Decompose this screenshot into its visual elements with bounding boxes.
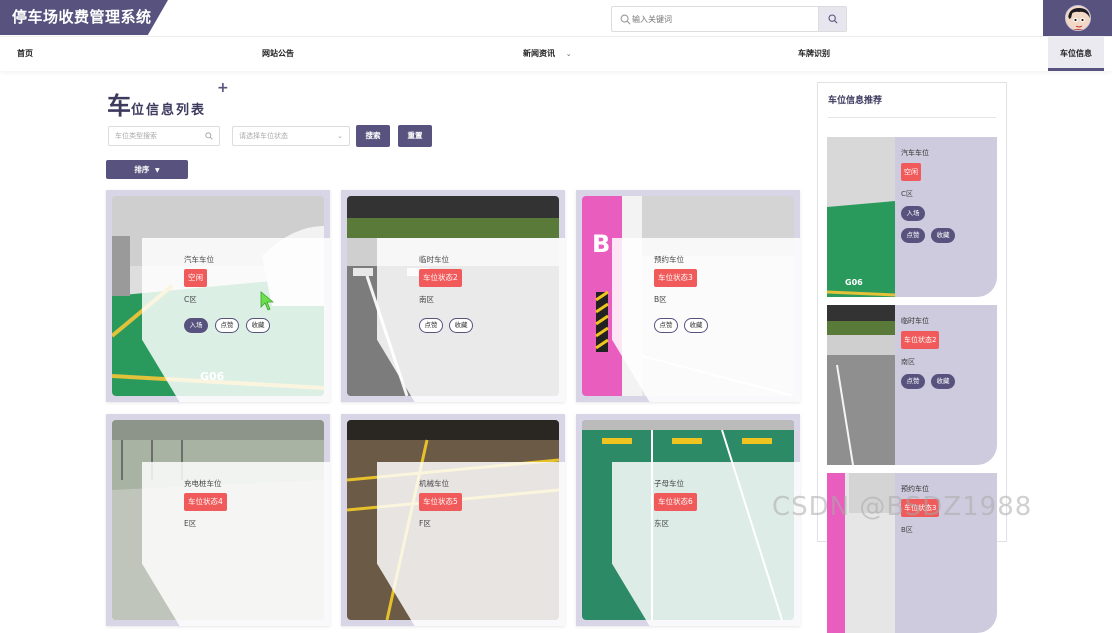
like-button[interactable]: 点赞 [901, 374, 925, 389]
recommend-card[interactable]: 临时车位 车位状态2 南区 点赞 收藏 [827, 305, 997, 465]
card-zone: B区 [654, 295, 667, 304]
parking-card[interactable]: 机械车位 车位状态5 F区 [341, 414, 565, 626]
card-overlay [612, 462, 800, 626]
card-name: 临时车位 [419, 255, 449, 264]
recommend-sidebar: 车位信息推荐 G06 汽车车位 空闲 C区 入场 点赞 收藏 临时车位 车位状态… [817, 82, 1007, 633]
enter-button[interactable]: 入场 [901, 206, 925, 221]
caret-down-icon: ▼ [155, 167, 160, 174]
nav-announcements[interactable]: 网站公告 [262, 37, 294, 71]
sort-label: 排序 [134, 165, 150, 174]
reset-button[interactable]: 重置 [398, 125, 432, 147]
sidebar-title: 车位信息推荐 [828, 96, 883, 106]
type-search-placeholder: 车位类型搜索 [115, 132, 157, 140]
watermark: CSDN @BSDZ1988 [772, 492, 1033, 522]
favorite-button[interactable]: 收藏 [246, 318, 270, 333]
header: 停车场收费管理系统 [0, 0, 1112, 36]
search-icon [205, 132, 213, 140]
status-badge: 车位状态6 [654, 493, 697, 511]
recommend-zone: 南区 [901, 358, 915, 366]
photo-label: B [592, 230, 610, 258]
status-badge: 车位状态2 [901, 331, 940, 349]
favorite-button[interactable]: 收藏 [931, 374, 955, 389]
card-name: 机械车位 [419, 479, 449, 488]
parking-card[interactable]: 临时车位 车位状态2 南区 点赞 收藏 [341, 190, 565, 402]
card-zone: C区 [184, 295, 197, 304]
avatar-image [1066, 6, 1090, 30]
nav-home[interactable]: 首页 [17, 37, 33, 71]
favorite-button[interactable]: 收藏 [449, 318, 473, 333]
status-badge: 车位状态5 [419, 493, 462, 511]
status-select-placeholder: 请选择车位状态 [239, 132, 288, 140]
nav-plate-recognition[interactable]: 车牌识别 [798, 37, 830, 71]
chevron-down-icon: ⌄ [337, 132, 343, 140]
page-title-plus: + [217, 80, 229, 96]
parking-card[interactable]: 子母车位 车位状态6 东区 [576, 414, 800, 626]
parking-photo [827, 305, 895, 465]
card-name: 预约车位 [654, 255, 684, 264]
user-menu[interactable] [1043, 0, 1112, 36]
page-title-big: 车 [107, 92, 131, 120]
parking-photo: G06 [827, 137, 895, 297]
card-overlay [377, 462, 565, 626]
photo-label: G06 [845, 278, 863, 287]
recommend-name: 临时车位 [901, 317, 929, 325]
status-badge: 空闲 [901, 163, 921, 181]
type-search-input[interactable]: 车位类型搜索 [108, 126, 220, 146]
app-title: 停车场收费管理系统 [0, 0, 168, 35]
parking-card[interactable]: B 预约车位 车位状态3 B区 点赞 收藏 [576, 190, 800, 402]
search-submit-button[interactable]: 搜索 [356, 125, 390, 147]
enter-button[interactable]: 入场 [184, 318, 208, 333]
search-input[interactable] [632, 10, 812, 28]
search-icon [828, 14, 838, 24]
chevron-down-icon: ⌄ [565, 50, 572, 58]
card-zone: F区 [419, 519, 431, 528]
nav-parking-info[interactable]: 车位信息 [1048, 37, 1104, 71]
status-select[interactable]: 请选择车位状态 ⌄ [232, 126, 350, 146]
recommend-card[interactable]: G06 汽车车位 空闲 C区 入场 点赞 收藏 [827, 137, 997, 297]
main-nav: 首页 网站公告 新闻资讯 ⌄ 车牌识别 车位信息 [0, 36, 1112, 71]
card-zone: E区 [184, 519, 197, 528]
nav-news[interactable]: 新闻资讯 ⌄ [523, 37, 572, 71]
recommend-zone: B区 [901, 526, 913, 534]
recommend-zone: C区 [901, 190, 913, 198]
avatar[interactable] [1065, 5, 1091, 31]
card-zone: 东区 [654, 519, 669, 528]
card-name: 子母车位 [654, 479, 684, 488]
card-overlay [142, 462, 330, 626]
recommend-name: 汽车车位 [901, 149, 929, 157]
favorite-button[interactable]: 收藏 [684, 318, 708, 333]
page-title-rest: 位信息列表 [131, 103, 207, 118]
card-name: 充电桩车位 [184, 479, 222, 488]
like-button[interactable]: 点赞 [654, 318, 678, 333]
card-zone: 南区 [419, 295, 434, 304]
status-badge: 车位状态2 [419, 269, 462, 287]
search-box [611, 6, 847, 32]
search-button[interactable] [818, 7, 846, 31]
status-badge: 车位状态3 [654, 269, 697, 287]
status-badge: 车位状态4 [184, 493, 227, 511]
like-button[interactable]: 点赞 [901, 228, 925, 243]
favorite-button[interactable]: 收藏 [931, 228, 955, 243]
parking-card[interactable]: 充电桩车位 车位状态4 E区 [106, 414, 330, 626]
parking-card[interactable]: G06 汽车车位 空闲 C区 入场 点赞 收藏 [106, 190, 330, 402]
like-button[interactable]: 点赞 [215, 318, 239, 333]
nav-news-label: 新闻资讯 [523, 49, 555, 58]
search-icon [620, 14, 631, 25]
page-title: 车位信息列表 + [107, 80, 229, 121]
status-badge: 空闲 [184, 269, 207, 287]
divider [828, 117, 996, 118]
cursor-pointer-icon [260, 291, 274, 311]
card-name: 汽车车位 [184, 255, 214, 264]
sort-button[interactable]: 排序 ▼ [106, 160, 188, 179]
like-button[interactable]: 点赞 [419, 318, 443, 333]
